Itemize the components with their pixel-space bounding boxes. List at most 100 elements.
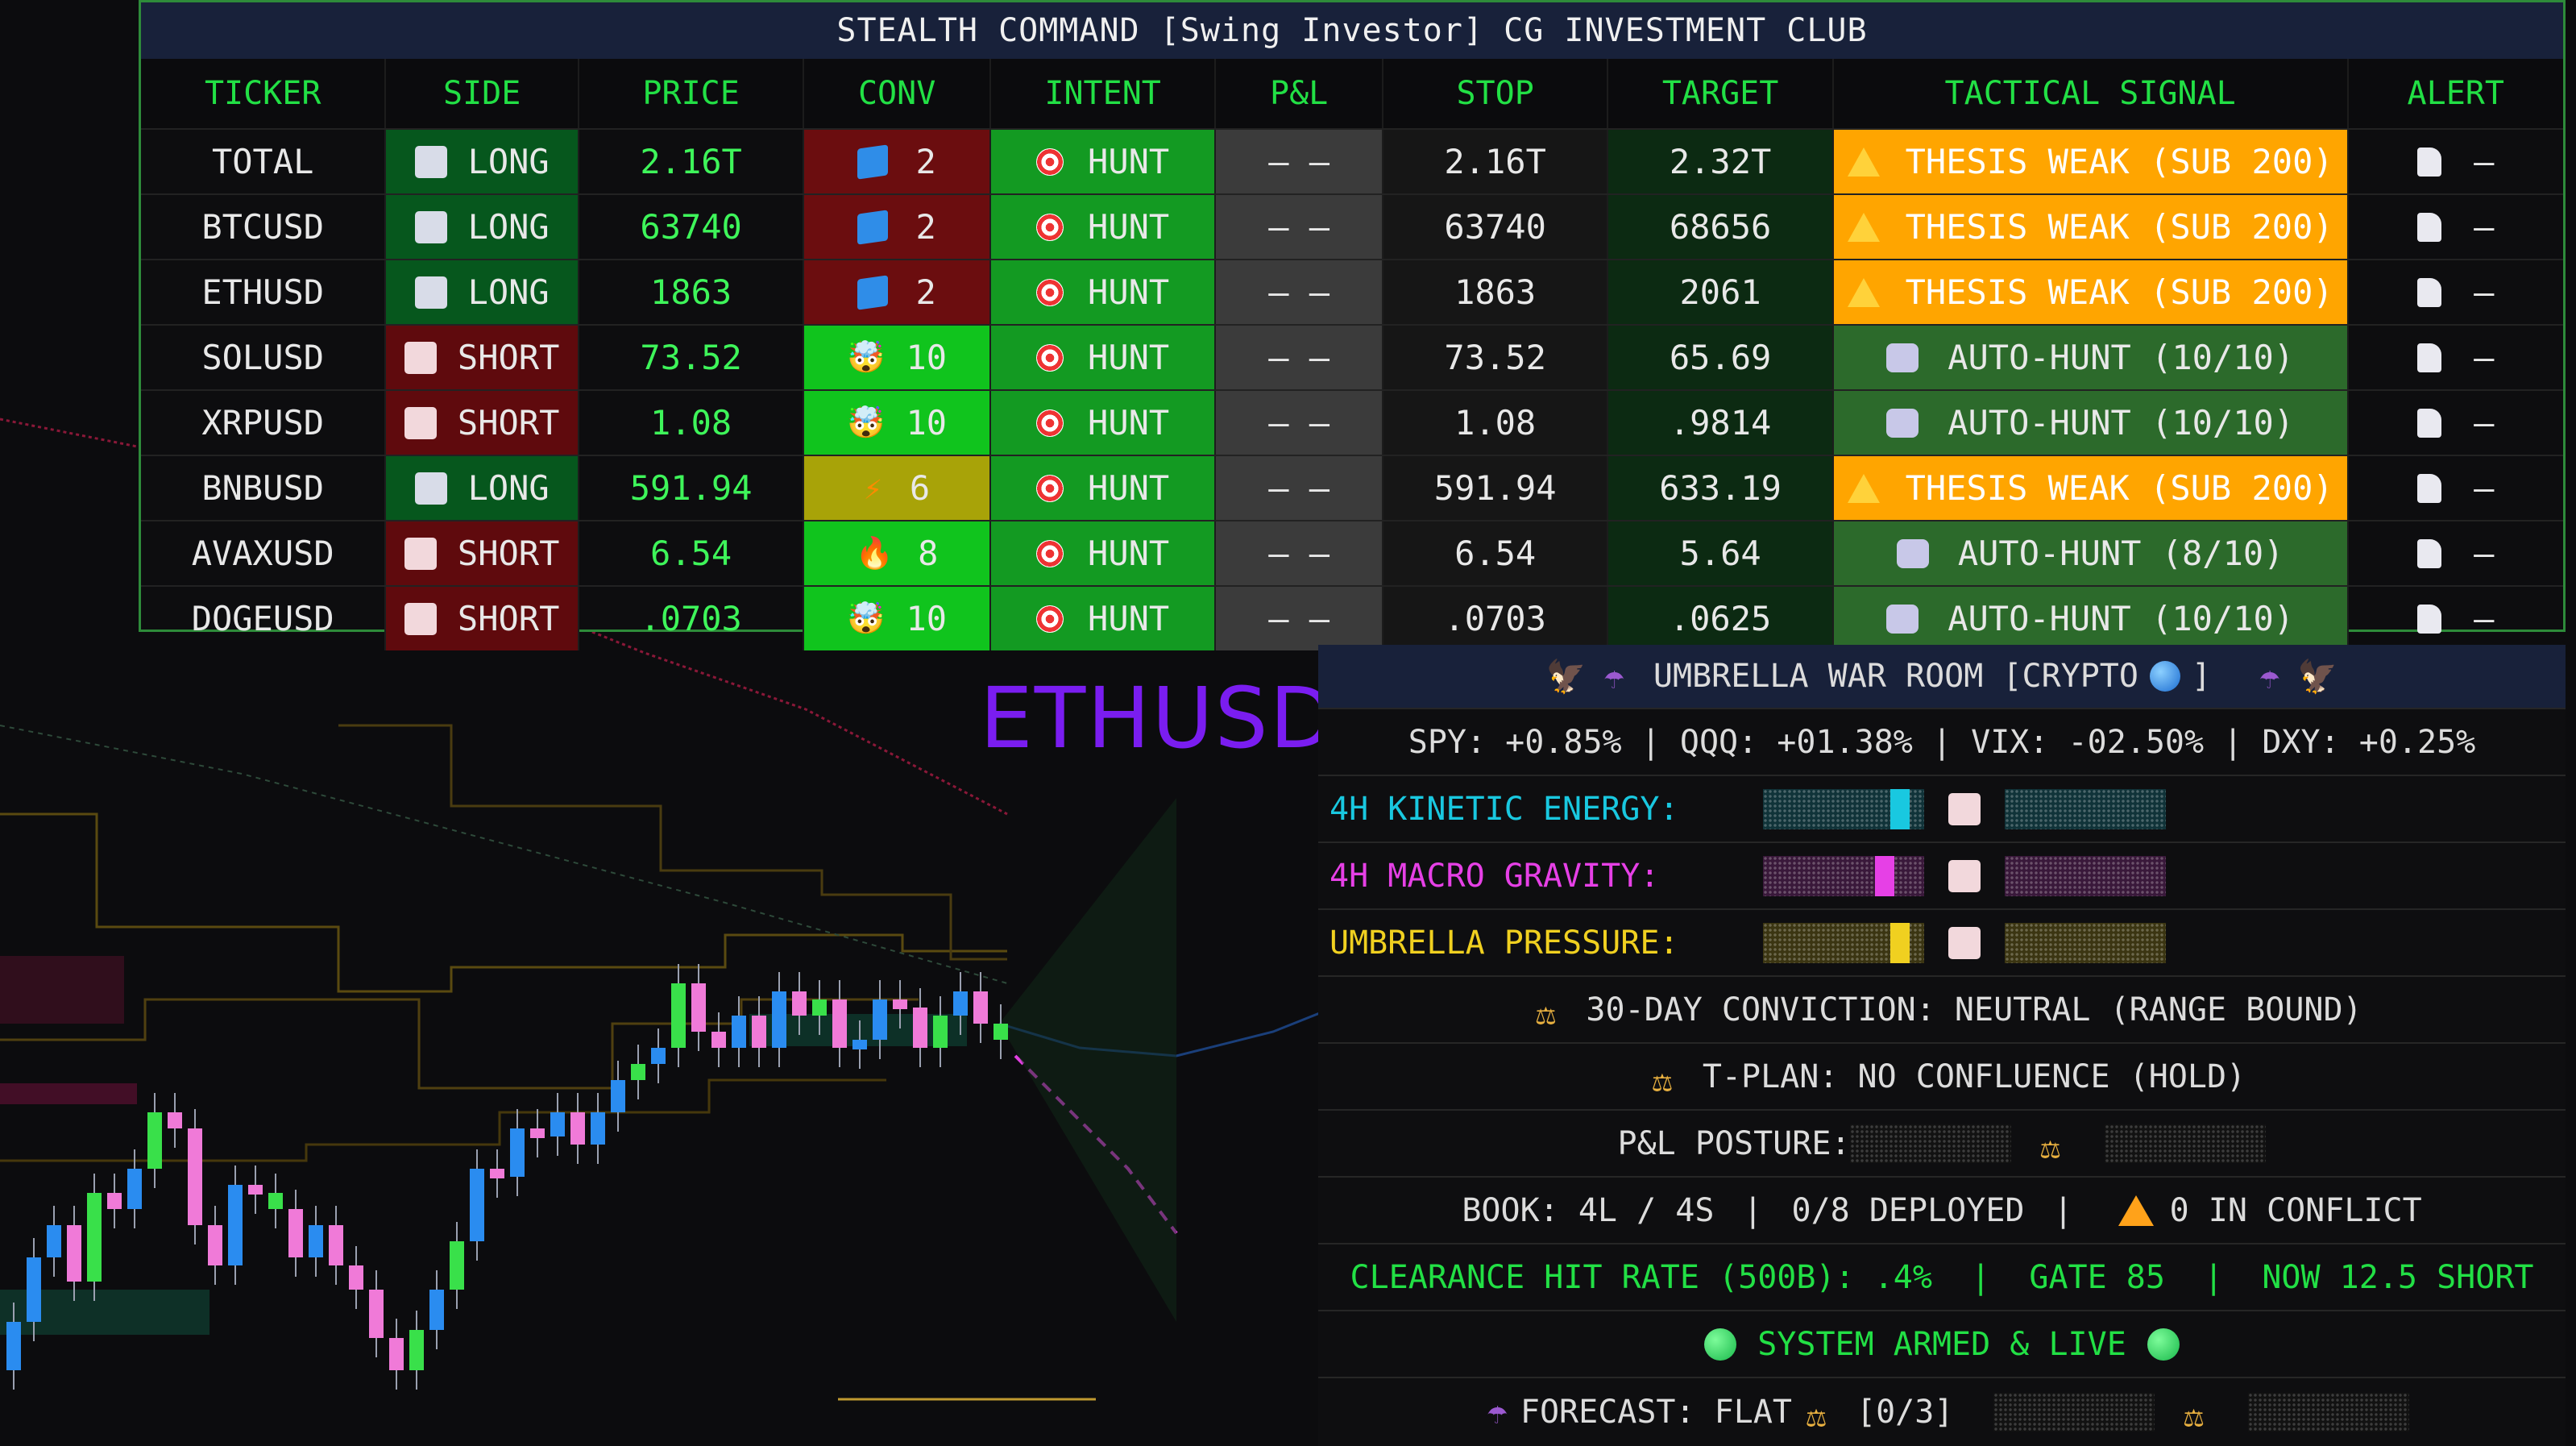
satellite-dish-icon[interactable] xyxy=(2417,277,2442,307)
cell-alert[interactable]: — xyxy=(2349,391,2563,455)
gauges: 4H KINETIC ENERGY: 4H MACRO GRAVITY: UMBRE… xyxy=(1318,776,2566,977)
candle xyxy=(288,1209,303,1257)
table-row[interactable]: SOLUSD SHORT 73.52 🤯 10 HUNT — —73.52 65.69 AUTO… xyxy=(141,324,2563,389)
satellite-dish-icon[interactable] xyxy=(2417,604,2442,634)
cell-target: 2061 xyxy=(1608,260,1834,324)
satellite-dish-icon[interactable] xyxy=(2417,473,2442,503)
side-label: SHORT xyxy=(457,599,560,638)
table-row[interactable]: BNBUSD LONG 591.94 ⚡ 6 HUNT — —591.94 633.19 THE… xyxy=(141,455,2563,520)
conviction-value: 6 xyxy=(909,468,931,508)
alert-value: — xyxy=(2474,142,2495,181)
book-separator: | xyxy=(2053,1191,2073,1229)
table-row[interactable]: XRPUSD SHORT 1.08 🤯 10 HUNT — —1.08.9814 AUTO-H… xyxy=(141,389,2563,455)
satellite-dish-icon[interactable] xyxy=(2417,147,2442,177)
cell-intent: HUNT xyxy=(990,391,1217,455)
cell-target: 2.32T xyxy=(1608,130,1834,193)
table-title: STEALTH COMMAND [Swing Investor] CG INVE… xyxy=(141,2,2563,59)
chart-down-icon xyxy=(404,602,437,635)
table-row[interactable]: AVAXUSD SHORT 6.54 🔥 8 HUNT — —6.54 5.64 AUTO-HU… xyxy=(141,520,2563,585)
alert-value: — xyxy=(2474,403,2495,443)
candle xyxy=(732,1016,746,1048)
cell-side: SHORT xyxy=(386,521,579,585)
satellite-dish-icon[interactable] xyxy=(2417,212,2442,242)
robot-icon xyxy=(1886,408,1919,438)
gauge-bar-secondary xyxy=(2005,922,2166,963)
warning-icon xyxy=(1847,212,1880,242)
target-icon xyxy=(1036,213,1064,241)
cell-ticker: BTCUSD xyxy=(141,195,387,259)
cell-tactical-signal: THESIS WEAK (SUB 200) xyxy=(1833,456,2349,520)
cell-pl: — — xyxy=(1216,195,1383,259)
candle xyxy=(530,1128,545,1138)
cell-alert[interactable]: — xyxy=(2349,130,2563,193)
candle xyxy=(369,1290,384,1338)
gauge-marker xyxy=(1890,788,1910,829)
cell-alert[interactable]: — xyxy=(2349,260,2563,324)
signal-text: AUTO-HUNT (10/10) xyxy=(1948,599,2295,638)
candle xyxy=(470,1169,484,1241)
header-side: SIDE xyxy=(386,59,579,128)
scale-icon: ⚖ xyxy=(2184,1397,2204,1435)
warning-icon xyxy=(1847,473,1880,503)
conviction-value: 10 xyxy=(906,338,948,377)
target-icon xyxy=(1036,278,1064,306)
war-room-title-end: ] xyxy=(2191,658,2212,695)
satellite-dish-icon[interactable] xyxy=(2417,343,2442,372)
cell-conviction: 2 xyxy=(804,260,991,324)
table-row[interactable]: DOGEUSD SHORT .0703 🤯 10 HUNT — — .0703.0625 AUT… xyxy=(141,585,2563,650)
signal-text: THESIS WEAK (SUB 200) xyxy=(1905,272,2333,312)
cell-ticker: BNBUSD xyxy=(141,456,387,520)
conviction-row: ⚖ 30-DAY CONVICTION: NEUTRAL (RANGE BOUN… xyxy=(1318,977,2566,1044)
candle xyxy=(812,999,827,1016)
chart-down-icon xyxy=(1948,859,1981,892)
tplan-text: T-PLAN: NO CONFLUENCE (HOLD) xyxy=(1702,1057,2246,1095)
header-ticker: TICKER xyxy=(141,59,387,128)
candle xyxy=(409,1330,424,1370)
cell-conviction: 🤯 10 xyxy=(804,391,991,455)
gauge-row: UMBRELLA PRESSURE: xyxy=(1318,910,2566,977)
cell-tactical-signal: THESIS WEAK (SUB 200) xyxy=(1833,195,2349,259)
war-room-title-text: UMBRELLA WAR ROOM [CRYPTO xyxy=(1653,658,2138,695)
satellite-dish-icon[interactable] xyxy=(2417,408,2442,438)
cell-target: 68656 xyxy=(1608,195,1834,259)
cell-alert[interactable]: — xyxy=(2349,587,2563,650)
table-row[interactable]: ETHUSD LONG 1863 2 HUNT — —1863 2061 THESIS WEA… xyxy=(141,259,2563,324)
cell-alert[interactable]: — xyxy=(2349,456,2563,520)
candle xyxy=(973,991,988,1024)
chart-down-icon xyxy=(404,406,437,439)
side-label: LONG xyxy=(467,142,550,181)
ice-cube-icon xyxy=(857,274,889,310)
signal-text: AUTO-HUNT (10/10) xyxy=(1948,338,2295,377)
target-icon xyxy=(1036,474,1064,502)
candle xyxy=(913,1008,927,1048)
book-sides: BOOK: 4L / 4S xyxy=(1462,1191,1715,1229)
target-icon xyxy=(1036,605,1064,633)
signal-text: THESIS WEAK (SUB 200) xyxy=(1905,207,2333,247)
intent-value: HUNT xyxy=(1088,272,1170,312)
table-row[interactable]: TOTAL LONG 2.16T 2 HUNT — —2.16T 2.32T THESIS W… xyxy=(141,128,2563,193)
cell-alert[interactable]: — xyxy=(2349,326,2563,389)
target-icon xyxy=(1036,343,1064,372)
conviction-value: 10 xyxy=(906,599,948,638)
cell-ticker: TOTAL xyxy=(141,130,387,193)
umbrella-war-room-panel: 🦅 ☂ UMBRELLA WAR ROOM [CRYPTO ] ☂ 🦅 SPY:… xyxy=(1318,645,2566,1446)
cell-alert[interactable]: — xyxy=(2349,195,2563,259)
ice-cube-icon xyxy=(857,143,889,180)
satellite-dish-icon[interactable] xyxy=(2417,538,2442,568)
forecast-text: FORECAST: FLAT xyxy=(1520,1393,1793,1431)
cell-alert[interactable]: — xyxy=(2349,521,2563,585)
cell-target: 633.19 xyxy=(1608,456,1834,520)
cell-stop: 63740 xyxy=(1383,195,1609,259)
header-conv: CONV xyxy=(804,59,991,128)
cell-ticker: XRPUSD xyxy=(141,391,387,455)
cell-pl: — — xyxy=(1216,130,1383,193)
pl-posture-bar-right xyxy=(2105,1124,2267,1163)
signal-text: AUTO-HUNT (8/10) xyxy=(1957,534,2284,573)
cell-conviction: 🤯 10 xyxy=(804,587,991,650)
table-row[interactable]: BTCUSD LONG 63740 2 HUNT — —63740 68656 THESIS … xyxy=(141,193,2563,259)
chart-down-icon xyxy=(404,341,437,374)
side-label: LONG xyxy=(467,272,550,312)
cell-stop: 591.94 xyxy=(1383,456,1609,520)
alert-value: — xyxy=(2474,272,2495,312)
cell-target: 5.64 xyxy=(1608,521,1834,585)
